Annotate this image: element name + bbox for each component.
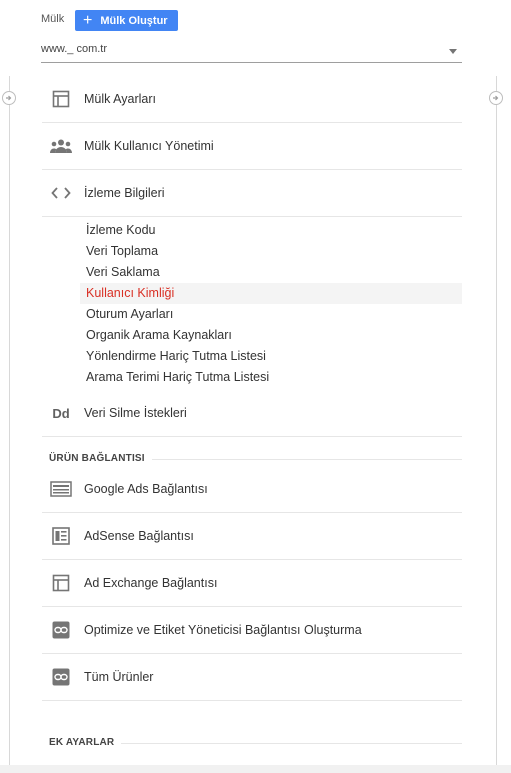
property-settings-icon [50,88,72,110]
nav-ad-exchange-linking[interactable]: Ad Exchange Bağlantısı [42,560,462,607]
product-linking-heading: ÜRÜN BAĞLANTISI [49,453,145,464]
sub-user-id[interactable]: Kullanıcı Kimliği [80,283,462,304]
plus-icon: + [83,11,93,29]
sub-organic-search-sources[interactable]: Organik Arama Kaynakları [80,325,462,346]
nav-tracking-info[interactable]: İzleme Bilgileri [42,170,462,217]
property-selector[interactable]: www._ com.tr [41,38,462,63]
extra-settings-heading: EK AYARLAR [49,737,115,748]
nav-adsense-linking[interactable]: AdSense Bağlantısı [42,513,462,560]
nav-ad-exchange-label: Ad Exchange Bağlantısı [84,576,218,590]
sub-data-collection[interactable]: Veri Toplama [80,241,462,262]
create-property-label: Mülk Oluştur [100,14,168,27]
right-panel-border [496,76,497,765]
collapse-right-icon[interactable] [489,91,503,105]
code-icon [50,182,72,204]
link-icon [50,619,72,641]
product-linking-divider [152,459,462,460]
extra-settings-divider [121,743,462,744]
nav-data-deletion-label: Veri Silme İstekleri [84,406,187,420]
sub-data-retention[interactable]: Veri Saklama [80,262,462,283]
nav-tracking-info-label: İzleme Bilgileri [84,186,165,200]
adsense-icon [50,525,72,547]
nav-all-products[interactable]: Tüm Ürünler [42,654,462,701]
all-products-link-icon [50,666,72,688]
users-icon [50,135,72,157]
create-property-button[interactable]: + Mülk Oluştur [75,10,178,31]
google-ads-icon [50,478,72,500]
nav-property-settings[interactable]: Mülk Ayarları [42,76,462,123]
nav-optimize-label: Optimize ve Etiket Yöneticisi Bağlantısı… [84,623,362,637]
sub-search-term-exclusion-list[interactable]: Arama Terimi Hariç Tutma Listesi [80,367,462,388]
nav-google-ads-linking[interactable]: Google Ads Bağlantısı [42,466,462,513]
sub-tracking-code[interactable]: İzleme Kodu [80,220,462,241]
nav-user-management-label: Mülk Kullanıcı Yönetimi [84,139,214,153]
nav-google-ads-label: Google Ads Bağlantısı [84,482,208,496]
data-deletion-icon: Dd [52,405,70,421]
dropdown-caret-icon [449,49,457,54]
nav-property-settings-label: Mülk Ayarları [84,92,157,106]
property-label: Mülk [41,13,65,25]
nav-adsense-label: AdSense Bağlantısı [84,529,194,543]
nav-user-management[interactable]: Mülk Kullanıcı Yönetimi [42,123,462,170]
ad-exchange-icon [50,572,72,594]
nav-all-products-label: Tüm Ürünler [84,670,154,684]
nav-optimize-linking[interactable]: Optimize ve Etiket Yöneticisi Bağlantısı… [42,607,462,654]
nav-data-deletion[interactable]: Dd Veri Silme İstekleri [42,391,462,437]
left-panel-border [9,76,10,765]
sub-session-settings[interactable]: Oturum Ayarları [80,304,462,325]
footer-bar [0,765,511,773]
selected-property: www._ com.tr [41,43,108,55]
sub-referral-exclusion-list[interactable]: Yönlendirme Hariç Tutma Listesi [80,346,462,367]
collapse-left-icon[interactable] [2,91,16,105]
